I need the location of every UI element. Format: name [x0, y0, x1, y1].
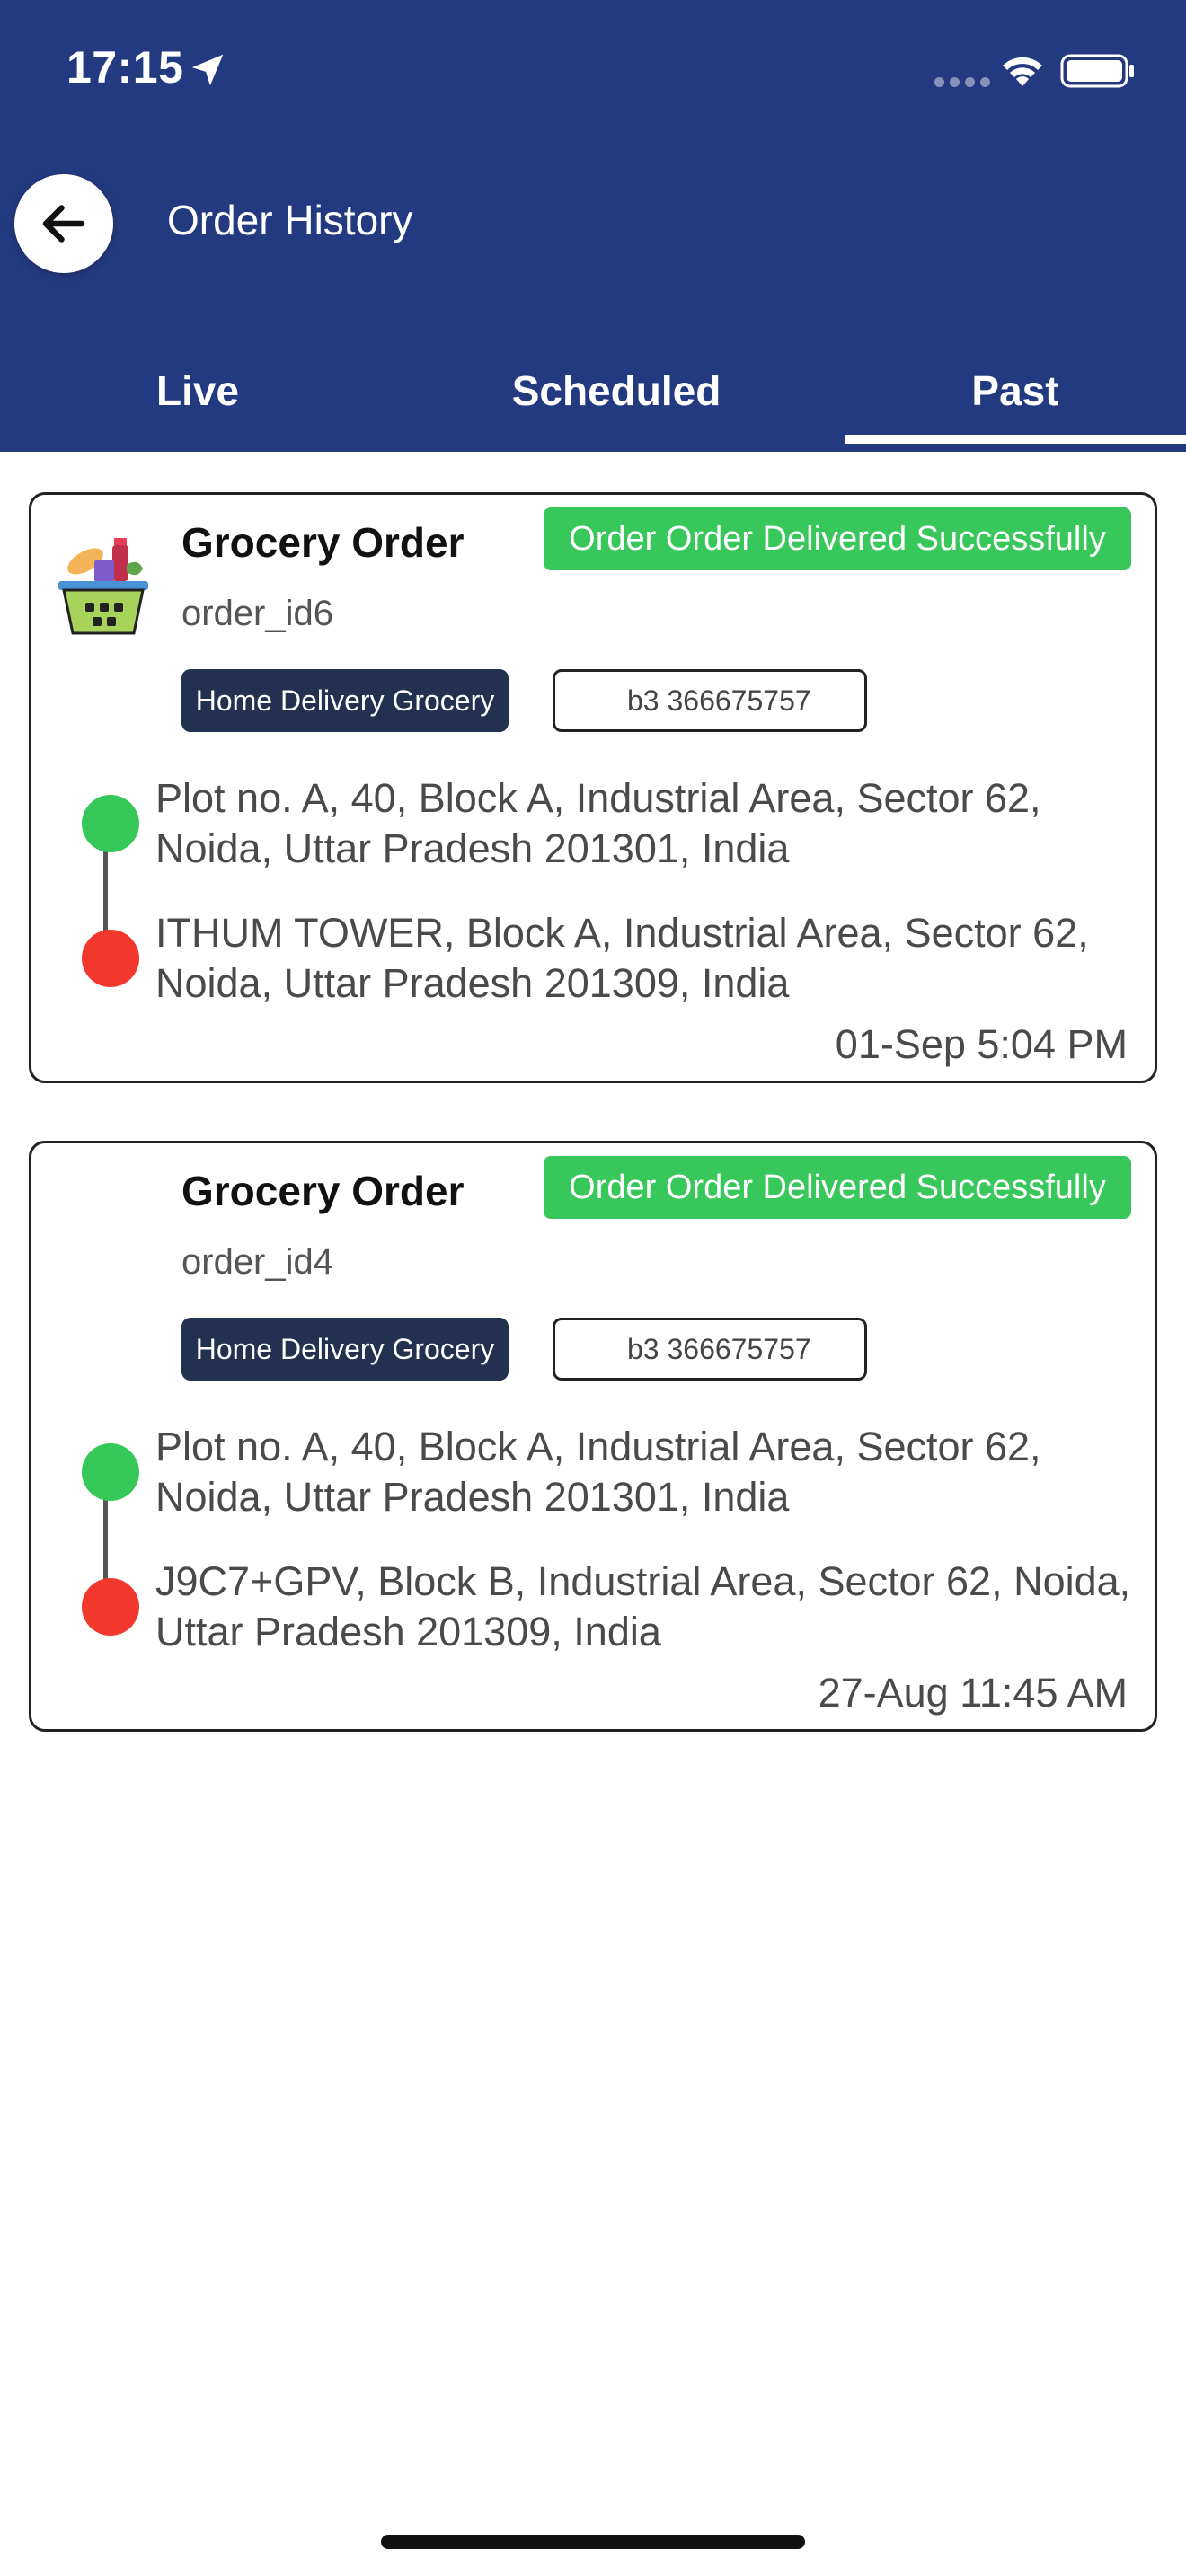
status-bar: 17:15 — [0, 0, 1186, 144]
location-arrow-icon — [191, 54, 224, 86]
order-id: order_id4 — [181, 1242, 334, 1282]
order-title: Grocery Order — [181, 519, 465, 566]
status-time: 17:15 — [66, 42, 184, 93]
tab-scheduled[interactable]: Scheduled — [419, 341, 814, 440]
drop-address: J9C7+GPV, Block B, Industrial Area, Sect… — [155, 1558, 1131, 1654]
home-indicator[interactable] — [381, 2535, 805, 2549]
arrow-left-icon — [42, 205, 85, 243]
delivery-type-badge: Home Delivery Grocery — [181, 1318, 509, 1381]
back-button[interactable] — [14, 174, 113, 273]
pickup-marker-icon — [82, 1443, 139, 1501]
order-id: order_id6 — [181, 594, 334, 633]
signal-icon — [934, 77, 990, 88]
unit-number: b3 366675757 — [553, 669, 867, 732]
tab-bar: Live Scheduled Past — [0, 341, 1186, 447]
grocery-basket-icon — [58, 538, 148, 635]
pickup-address: Plot no. A, 40, Block A, Industrial Area… — [155, 1424, 1041, 1520]
status-badge: Order Order Delivered Successfully — [544, 1156, 1131, 1219]
unit-number: b3 366675757 — [553, 1318, 867, 1381]
delivery-type-badge: Home Delivery Grocery — [181, 669, 509, 732]
tab-selected-indicator — [845, 435, 1186, 444]
battery-icon — [1060, 54, 1134, 88]
drop-marker-icon — [82, 930, 139, 987]
order-time: 01-Sep 5:04 PM — [835, 1021, 1128, 1067]
order-time: 27-Aug 11:45 AM — [818, 1670, 1128, 1716]
wifi-icon — [1003, 57, 1042, 86]
order-card[interactable]: Grocery Order order_id4 Order Order Deli… — [29, 1141, 1157, 1732]
order-card[interactable]: Grocery Order order_id6 Order Order Deli… — [29, 492, 1157, 1083]
app-header: 17:15 Order History Live Scheduled Past — [0, 0, 1186, 452]
status-badge: Order Order Delivered Successfully — [544, 507, 1131, 570]
tab-live[interactable]: Live — [0, 341, 395, 440]
drop-marker-icon — [82, 1578, 139, 1636]
pickup-address: Plot no. A, 40, Block A, Industrial Area… — [155, 775, 1041, 871]
pickup-marker-icon — [82, 795, 139, 852]
drop-address: ITHUM TOWER, Block A, Industrial Area, S… — [155, 910, 1089, 1006]
page-title: Order History — [167, 197, 413, 243]
tab-past[interactable]: Past — [845, 341, 1186, 440]
order-title: Grocery Order — [181, 1168, 465, 1214]
